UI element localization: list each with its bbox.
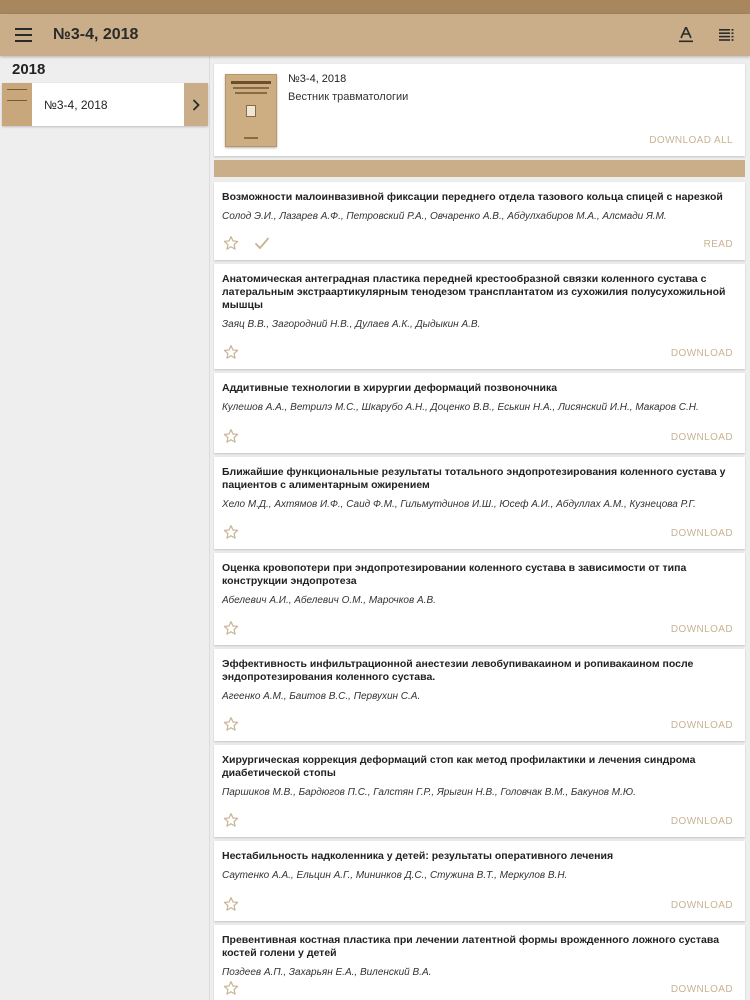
toc-icon[interactable] <box>706 14 746 56</box>
article-title[interactable]: Эффективность инфильтрационной анестезии… <box>222 658 727 684</box>
star-icon[interactable] <box>223 428 239 444</box>
star-icon[interactable] <box>223 524 239 540</box>
section-divider <box>214 160 745 177</box>
article-authors: Саутенко А.А., Ельцин А.Г., Мининков Д.С… <box>222 870 568 881</box>
download-button[interactable]: DOWNLOAD <box>671 900 733 911</box>
article-card[interactable]: Ближайшие функциональные результаты тота… <box>214 457 745 549</box>
article-card[interactable]: Возможности малоинвазивной фиксации пере… <box>214 182 745 260</box>
article-card[interactable]: Оценка кровопотери при эндопротезировани… <box>214 553 745 645</box>
article-authors: Агеенко А.М., Баитов В.С., Первухин С.А. <box>222 691 421 702</box>
issue-thumbnail <box>2 83 32 126</box>
chevron-right-icon[interactable] <box>184 83 208 126</box>
download-button[interactable]: DOWNLOAD <box>671 348 733 359</box>
read-button[interactable]: READ <box>704 239 733 250</box>
download-button[interactable]: DOWNLOAD <box>671 720 733 731</box>
article-title[interactable]: Аддитивные технологии в хирургии деформа… <box>222 382 727 395</box>
menu-icon[interactable] <box>0 14 48 56</box>
star-icon[interactable] <box>223 344 239 360</box>
download-button[interactable]: DOWNLOAD <box>671 528 733 539</box>
download-all-button[interactable]: DOWNLOAD ALL <box>649 135 733 146</box>
download-button[interactable]: DOWNLOAD <box>671 624 733 635</box>
article-card[interactable]: Хирургическая коррекция деформаций стоп … <box>214 745 745 837</box>
star-icon[interactable] <box>223 812 239 828</box>
article-card[interactable]: Нестабильность надколенника у детей: рез… <box>214 841 745 921</box>
article-card[interactable]: Превентивная костная пластика при лечени… <box>214 925 745 1000</box>
download-button[interactable]: DOWNLOAD <box>671 816 733 827</box>
article-authors: Паршиков М.В., Бардюгов П.С., Галстян Г.… <box>222 787 636 798</box>
download-button[interactable]: DOWNLOAD <box>671 984 733 995</box>
sidebar: 2018 №3-4, 2018 <box>0 56 210 1000</box>
article-authors: Солод Э.И., Лазарев А.Ф., Петровский Р.А… <box>222 211 667 222</box>
star-icon[interactable] <box>223 620 239 636</box>
article-title[interactable]: Оценка кровопотери при эндопротезировани… <box>222 562 727 588</box>
star-icon[interactable] <box>223 980 239 996</box>
sidebar-issue-item[interactable]: №3-4, 2018 <box>2 83 208 126</box>
article-title[interactable]: Анатомическая антеградная пластика перед… <box>222 273 727 312</box>
article-authors: Заяц В.В., Загородний Н.В., Дулаев А.К.,… <box>222 319 481 330</box>
download-button[interactable]: DOWNLOAD <box>671 432 733 443</box>
article-title[interactable]: Превентивная костная пластика при лечени… <box>222 934 727 960</box>
article-title[interactable]: Нестабильность надколенника у детей: рез… <box>222 850 727 863</box>
sidebar-issue-label: №3-4, 2018 <box>44 97 108 112</box>
journal-name: Вестник травматологии <box>288 91 409 103</box>
journal-cover[interactable] <box>225 74 277 147</box>
article-authors: Хело М.Д., Ахтямов И.Ф., Саид Ф.М., Гиль… <box>222 499 696 510</box>
issue-number: №3-4, 2018 <box>288 73 347 85</box>
article-card[interactable]: Эффективность инфильтрационной анестезии… <box>214 649 745 741</box>
app-bar: №3-4, 2018 <box>0 14 750 56</box>
text-format-icon[interactable] <box>666 14 706 56</box>
main-content: №3-4, 2018 Вестник травматологии DOWNLOA… <box>213 56 746 1000</box>
status-strip <box>0 0 750 14</box>
check-icon <box>254 236 272 252</box>
star-icon[interactable] <box>223 716 239 732</box>
page-title: №3-4, 2018 <box>53 26 139 43</box>
article-title[interactable]: Ближайшие функциональные результаты тота… <box>222 466 727 492</box>
article-title[interactable]: Возможности малоинвазивной фиксации пере… <box>222 191 727 204</box>
article-authors: Кулешов А.А., Ветрилэ М.С., Шкарубо А.Н.… <box>222 402 699 413</box>
star-icon[interactable] <box>223 896 239 912</box>
article-authors: Абелевич А.И., Абелевич О.М., Марочков А… <box>222 595 436 606</box>
article-card[interactable]: Аддитивные технологии в хирургии деформа… <box>214 373 745 453</box>
article-title[interactable]: Хирургическая коррекция деформаций стоп … <box>222 754 727 780</box>
article-authors: Поздеев А.П., Захарьян Е.А., Виленский В… <box>222 967 432 978</box>
year-heading: 2018 <box>12 61 46 78</box>
article-card[interactable]: Анатомическая антеградная пластика перед… <box>214 264 745 369</box>
issue-card: №3-4, 2018 Вестник травматологии DOWNLOA… <box>214 64 745 156</box>
star-icon[interactable] <box>223 235 239 251</box>
